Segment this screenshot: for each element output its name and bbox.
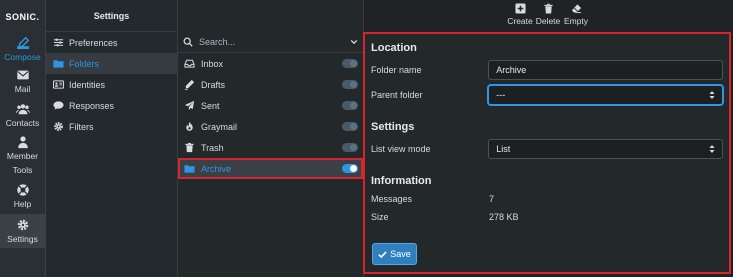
subscribe-toggle[interactable] xyxy=(342,164,358,173)
create-label: Create xyxy=(507,16,533,26)
select-arrows-icon xyxy=(709,91,715,99)
save-label: Save xyxy=(390,249,411,259)
compose-icon xyxy=(16,36,29,49)
mail-icon xyxy=(16,70,29,80)
size-value: 278 KB xyxy=(489,212,519,222)
information-heading: Information xyxy=(371,175,432,187)
folder-label: Trash xyxy=(201,142,224,153)
parent-folder-select[interactable]: --- xyxy=(488,85,723,105)
folder-search[interactable]: Search... xyxy=(178,32,363,53)
nav-mail-label: Mail xyxy=(14,84,31,94)
checkmark-icon xyxy=(378,250,387,258)
subscribe-toggle[interactable] xyxy=(342,122,358,131)
parent-folder-value: --- xyxy=(496,90,506,100)
folder-drafts[interactable]: Drafts xyxy=(178,74,363,95)
folder-list: Search... Inbox Drafts Sent Graymail Tra… xyxy=(178,0,364,277)
inbox-icon xyxy=(184,59,195,68)
nav-mail[interactable]: Mail xyxy=(0,64,45,98)
flame-icon xyxy=(186,121,193,131)
parent-folder-label: Parent folder xyxy=(371,90,423,100)
settings-item-label: Folders xyxy=(69,58,100,69)
delete-label: Delete xyxy=(535,16,561,26)
folder-label: Archive xyxy=(201,163,232,174)
folder-trash[interactable]: Trash xyxy=(178,137,363,158)
select-arrows-icon xyxy=(709,145,715,153)
folder-name-label: Folder name xyxy=(371,65,422,75)
folder-sent[interactable]: Sent xyxy=(178,95,363,116)
comment-icon xyxy=(53,101,64,110)
sliders-icon xyxy=(53,38,64,47)
user-icon xyxy=(17,136,28,149)
subscribe-toggle[interactable] xyxy=(342,143,358,152)
trash-icon xyxy=(185,142,194,153)
search-input[interactable]: Search... xyxy=(199,37,350,47)
settings-item-identities[interactable]: Identities xyxy=(46,74,177,95)
settings-item-responses[interactable]: Responses xyxy=(46,95,177,116)
list-view-mode-select[interactable]: List xyxy=(488,139,723,159)
save-button[interactable]: Save xyxy=(372,243,417,265)
list-view-mode-label: List view mode xyxy=(371,144,431,154)
nav-contacts[interactable]: Contacts xyxy=(0,98,45,132)
pencil-icon xyxy=(184,79,195,90)
folder-label: Inbox xyxy=(201,58,224,69)
delete-button[interactable]: Delete xyxy=(534,3,562,26)
nav-help-label: Help xyxy=(13,199,32,209)
folder-archive[interactable]: Archive xyxy=(178,158,363,179)
nav-settings-label: Settings xyxy=(7,234,38,244)
folder-toolbar: Create Delete Empty xyxy=(506,3,590,26)
nav-compose-label: Compose xyxy=(4,52,41,62)
folder-properties-panel: Location Folder name Archive Parent fold… xyxy=(363,32,731,274)
messages-label: Messages xyxy=(371,194,413,204)
main-nav: SONIC. Compose Mail Contacts Member Tool… xyxy=(0,0,46,277)
chevron-down-icon[interactable] xyxy=(350,38,358,46)
paper-plane-icon xyxy=(184,100,195,111)
folder-label: Graymail xyxy=(201,121,238,132)
settings-item-label: Responses xyxy=(69,100,115,111)
contacts-icon xyxy=(15,104,30,115)
settings-item-filters[interactable]: Filters xyxy=(46,116,177,137)
help-lifebuoy-icon xyxy=(16,184,29,196)
nav-member-tools[interactable]: Member Tools xyxy=(0,132,45,178)
folder-icon xyxy=(184,165,195,173)
folder-graymail[interactable]: Graymail xyxy=(178,116,363,137)
plus-square-icon xyxy=(514,3,526,14)
gears-icon xyxy=(54,122,63,131)
nav-member-label-1: Member xyxy=(6,151,39,161)
folder-label: Drafts xyxy=(201,79,226,90)
eraser-icon xyxy=(571,4,581,14)
nav-settings[interactable]: Settings xyxy=(0,214,45,248)
empty-button[interactable]: Empty xyxy=(562,3,590,26)
settings-item-folders[interactable]: Folders xyxy=(46,53,177,74)
nav-compose[interactable]: Compose xyxy=(0,34,45,64)
search-icon xyxy=(183,37,193,47)
list-view-mode-value: List xyxy=(496,144,511,154)
messages-value: 7 xyxy=(489,194,495,204)
location-heading: Location xyxy=(371,42,417,54)
nav-member-label-2: Tools xyxy=(12,165,33,175)
folder-name-field[interactable]: Archive xyxy=(488,60,723,80)
settings-heading: Settings xyxy=(371,121,415,133)
gear-icon xyxy=(17,219,28,231)
nav-contacts-label: Contacts xyxy=(5,118,40,128)
trash-icon xyxy=(543,3,553,14)
settings-title: Settings xyxy=(46,0,177,32)
folder-inbox[interactable]: Inbox xyxy=(178,53,363,74)
folder-label: Sent xyxy=(201,100,220,111)
size-label: Size xyxy=(371,212,389,222)
subscribe-toggle[interactable] xyxy=(342,101,358,110)
settings-item-label: Filters xyxy=(69,121,94,132)
sonic-logo[interactable]: SONIC. xyxy=(0,0,45,34)
id-card-icon xyxy=(53,80,64,89)
subscribe-toggle[interactable] xyxy=(342,80,358,89)
settings-menu: Settings Preferences Folders Identities … xyxy=(46,0,178,277)
empty-label: Empty xyxy=(563,16,589,26)
subscribe-toggle[interactable] xyxy=(342,59,358,68)
create-button[interactable]: Create xyxy=(506,3,534,26)
settings-item-label: Identities xyxy=(69,79,106,90)
nav-help[interactable]: Help xyxy=(0,178,45,214)
settings-item-preferences[interactable]: Preferences xyxy=(46,32,177,53)
settings-item-label: Preferences xyxy=(69,37,118,48)
folder-icon xyxy=(53,60,64,68)
